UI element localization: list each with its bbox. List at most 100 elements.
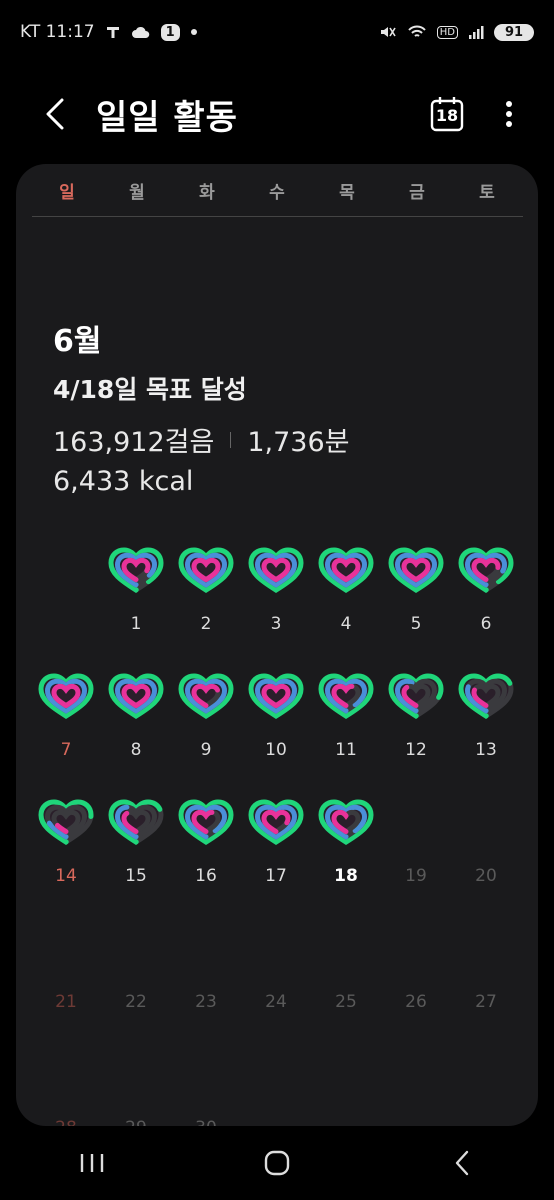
calendar-day-14[interactable]: 14 — [31, 796, 101, 922]
weekday-header: 일 월 화 수 목 금 토 — [32, 178, 522, 203]
activity-heart-icon — [248, 673, 304, 719]
calendar-day-7[interactable]: 7 — [31, 670, 101, 796]
recent-apps-button[interactable] — [62, 1133, 122, 1193]
calories-total: 6,433 kcal — [53, 466, 194, 497]
calendar-day-27: 27 — [451, 922, 521, 1048]
hd-icon: HD — [436, 25, 458, 39]
calendar-day-number: 8 — [130, 740, 142, 760]
calendar-day-10[interactable]: 10 — [241, 670, 311, 796]
calendar-day-9[interactable]: 9 — [171, 670, 241, 796]
calendar-day-number: 7 — [60, 740, 72, 760]
calendar-day-number: 5 — [410, 614, 422, 634]
wifi-icon — [407, 24, 427, 40]
calendar-day-number: 10 — [265, 740, 287, 760]
calendar-day-number: 23 — [195, 992, 217, 1012]
calendar-day-number: 18 — [334, 866, 358, 886]
calendar-day-number: 27 — [475, 992, 497, 1012]
calendar-day-11[interactable]: 11 — [311, 670, 381, 796]
calendar-day-number: 21 — [55, 992, 77, 1012]
calendar-day-number: 1 — [130, 614, 142, 634]
calendar-day-4[interactable]: 4 — [311, 544, 381, 670]
active-minutes-total: 1,736분 — [247, 427, 350, 458]
steps-minutes-row: 163,912걸음 1,736분 — [53, 420, 349, 459]
activity-heart-icon — [458, 673, 514, 719]
calendar-day-30: 30 — [171, 1048, 241, 1126]
calendar-day-17[interactable]: 17 — [241, 796, 311, 922]
more-vertical-icon — [506, 101, 512, 127]
activity-heart-icon — [38, 799, 94, 845]
stats-separator — [230, 431, 232, 448]
hd-label: HD — [436, 25, 458, 39]
monthly-activity-card: 일 월 화 수 목 금 토 6월 4/18일 목표 달성 163,912걸음 1… — [16, 164, 538, 1126]
activity-heart-icon — [458, 547, 514, 593]
calendar-day-15[interactable]: 15 — [101, 796, 171, 922]
system-back-button[interactable] — [432, 1133, 492, 1193]
home-icon — [264, 1150, 290, 1176]
home-button[interactable] — [247, 1133, 307, 1193]
weekday-mon: 월 — [129, 183, 145, 203]
calendar-day-23: 23 — [171, 922, 241, 1048]
calendar-day-8[interactable]: 8 — [101, 670, 171, 796]
calendar-day-6[interactable]: 6 — [451, 544, 521, 670]
activity-heart-icon — [248, 547, 304, 593]
calendar-day-5[interactable]: 5 — [381, 544, 451, 670]
recent-apps-icon — [81, 1154, 104, 1172]
activity-heart-icon — [318, 799, 374, 845]
activity-heart-icon — [38, 673, 94, 719]
weekday-thu: 목 — [339, 183, 355, 203]
calendar-day-26: 26 — [381, 922, 451, 1048]
calendar-button[interactable]: 18 — [430, 96, 464, 132]
calendar-day-number: 30 — [171, 1118, 241, 1126]
calendar-day-number: 11 — [335, 740, 357, 760]
calendar-day-2[interactable]: 2 — [171, 544, 241, 670]
calendar-day-number: 13 — [475, 740, 497, 760]
calendar-day-20: 20 — [451, 796, 521, 922]
calendar-day-25: 25 — [311, 922, 381, 1048]
calendar-day-number: 18 — [435, 106, 459, 125]
calendar-day-19: 19 — [381, 796, 451, 922]
calendar-day-number: 16 — [195, 866, 217, 886]
more-options-button[interactable] — [494, 94, 524, 134]
calendar-day-24: 24 — [241, 922, 311, 1048]
weekday-wed: 수 — [269, 183, 285, 203]
calendar-day-number: 20 — [475, 866, 497, 886]
steps-total: 163,912걸음 — [53, 427, 215, 458]
activity-heart-icon — [178, 673, 234, 719]
mute-icon — [379, 24, 397, 40]
calendar-day-number: 9 — [200, 740, 212, 760]
chevron-left-icon — [46, 98, 64, 130]
month-label: 6월 — [53, 324, 102, 359]
status-bar: KT 11:17 1 HD 91 — [0, 0, 554, 64]
calendar-day-3[interactable]: 3 — [241, 544, 311, 670]
system-nav-bar — [0, 1126, 554, 1200]
calendar-day-22: 22 — [101, 922, 171, 1048]
calendar-day-number: 2 — [200, 614, 212, 634]
calendar-day-number: 22 — [125, 992, 147, 1012]
weekday-fri: 금 — [409, 183, 425, 203]
activity-heart-icon — [108, 547, 164, 593]
activity-heart-icon — [178, 799, 234, 845]
activity-heart-icon — [178, 547, 234, 593]
calendar-week: 1 2 3 4 5 6 — [31, 544, 521, 670]
activity-heart-icon — [388, 547, 444, 593]
weekday-sat: 토 — [479, 183, 495, 203]
back-button[interactable] — [30, 89, 80, 139]
calendar-day-1[interactable]: 1 — [101, 544, 171, 670]
calendar-week: 282930 — [31, 1048, 521, 1126]
calendar-day-number: 3 — [270, 614, 282, 634]
weekday-tue: 화 — [199, 183, 215, 203]
calendar-day-number: 12 — [405, 740, 427, 760]
calendar-day-16[interactable]: 16 — [171, 796, 241, 922]
page-title: 일일 활동 — [96, 97, 238, 138]
goal-summary: 4/18일 목표 달성 — [53, 375, 247, 404]
calendar-day-13[interactable]: 13 — [451, 670, 521, 796]
calendar-day-number: 15 — [125, 866, 147, 886]
calendar-day-12[interactable]: 12 — [381, 670, 451, 796]
battery-icon: 91 — [494, 23, 534, 41]
calendar-day-28: 28 — [31, 1048, 101, 1126]
calendar-day-18[interactable]: 18 — [311, 796, 381, 922]
activity-heart-icon — [248, 799, 304, 845]
activity-heart-icon — [108, 673, 164, 719]
calendar-grid: 1 2 3 4 5 6 7 8 9 10 11 12 13 14 15 16 17 18 19 20 21 22 23 24 2… — [31, 544, 521, 1126]
calendar-day-number: 29 — [101, 1118, 171, 1126]
